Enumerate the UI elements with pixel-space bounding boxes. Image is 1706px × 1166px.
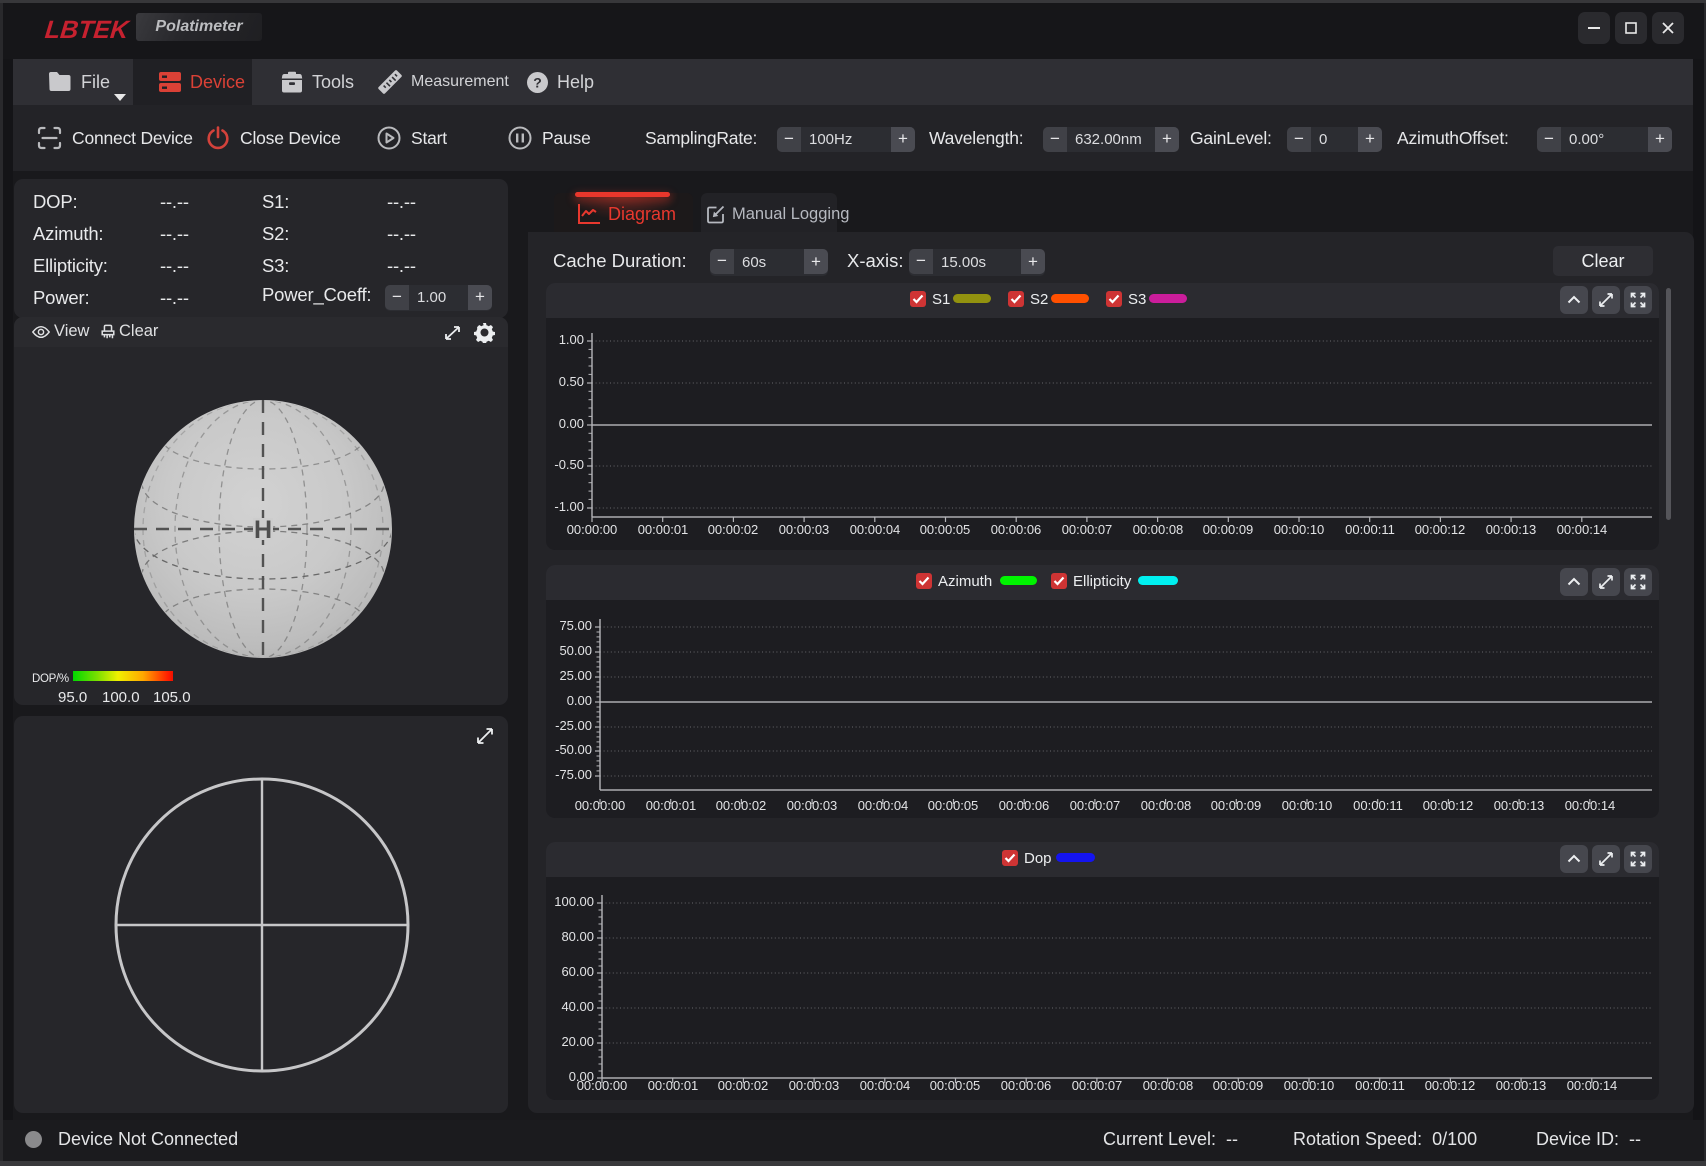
svg-text:?: ?	[533, 74, 542, 90]
svg-text:H: H	[254, 516, 272, 544]
